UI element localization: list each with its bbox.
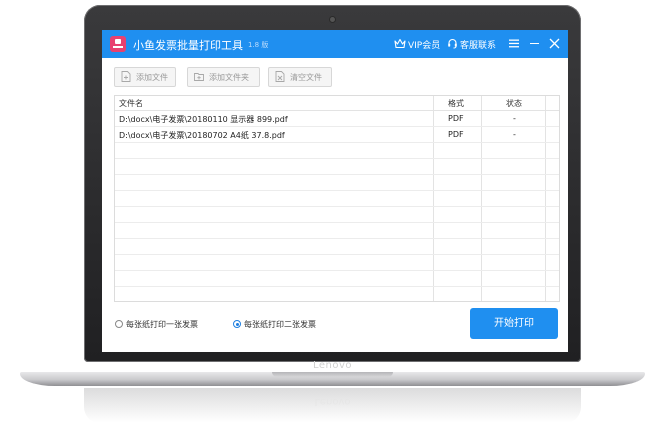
table-row[interactable]: D:\docx\电子发票\20180110 显示器 899.pdf PDF -	[115, 111, 559, 127]
option-one-per-page-label: 每张纸打印一张发票	[126, 320, 198, 329]
title-bar: 小鱼发票批量打印工具 1.8 版 VIP会员 客服联系	[102, 30, 568, 58]
add-folder-icon	[194, 73, 204, 81]
customer-service-link[interactable]: 客服联系	[460, 38, 496, 51]
empty-row	[115, 223, 559, 239]
empty-row	[115, 239, 559, 255]
add-folder-button[interactable]: 添加文件夹	[187, 67, 260, 87]
empty-row	[115, 159, 559, 175]
file-format-cell: PDF	[448, 114, 464, 123]
table-header: 文件名 格式 状态	[115, 96, 559, 111]
empty-row	[115, 175, 559, 191]
file-status-cell: -	[513, 130, 516, 139]
headset-icon[interactable]	[447, 38, 458, 49]
empty-row	[115, 255, 559, 271]
start-print-button[interactable]: 开始打印	[470, 308, 558, 339]
table-row[interactable]: D:\docx\电子发票\20180702 A4纸 37.8.pdf PDF -	[115, 127, 559, 143]
radio-button[interactable]	[115, 320, 123, 328]
app-version: 1.8 版	[248, 41, 269, 49]
file-table: 文件名 格式 状态 D:\docx\电子发票\20180110 显示器 899.…	[114, 95, 560, 302]
add-file-icon	[121, 71, 131, 82]
vip-member-link[interactable]: VIP会员	[408, 38, 440, 51]
column-header-filename: 文件名	[119, 99, 143, 108]
crown-icon[interactable]	[394, 38, 406, 49]
add-file-label: 添加文件	[136, 73, 168, 82]
option-two-per-page-label: 每张纸打印二张发票	[244, 320, 316, 329]
clear-files-label: 清空文件	[290, 73, 322, 82]
clear-file-icon	[275, 71, 285, 82]
laptop-hinge-notch	[272, 372, 393, 377]
add-file-button[interactable]: 添加文件	[114, 67, 176, 87]
file-format-cell: PDF	[448, 130, 464, 139]
close-icon[interactable]	[549, 38, 560, 49]
toolbar: 添加文件 添加文件夹 清空文件	[102, 58, 568, 92]
radio-button-selected[interactable]	[233, 320, 241, 328]
file-name-cell: D:\docx\电子发票\20180110 显示器 899.pdf	[119, 115, 288, 124]
file-status-cell: -	[513, 114, 516, 123]
app-title: 小鱼发票批量打印工具	[133, 39, 243, 52]
app-window: 小鱼发票批量打印工具 1.8 版 VIP会员 客服联系 添加文件 添加文件夹 清…	[102, 30, 568, 352]
column-header-format: 格式	[448, 99, 464, 108]
empty-row	[115, 271, 559, 287]
empty-row	[115, 207, 559, 223]
laptop-brand-logo: Lenovo	[312, 360, 353, 371]
clear-files-button[interactable]: 清空文件	[268, 67, 332, 87]
file-name-cell: D:\docx\电子发票\20180702 A4纸 37.8.pdf	[119, 131, 285, 140]
empty-row	[115, 143, 559, 159]
menu-icon[interactable]	[509, 39, 519, 48]
laptop-brand-reflection: Lenovo	[314, 396, 351, 407]
add-folder-label: 添加文件夹	[209, 73, 249, 82]
column-header-status: 状态	[506, 99, 522, 108]
app-logo-icon	[110, 36, 126, 52]
minimize-icon[interactable]	[530, 43, 539, 45]
webcam-icon	[330, 17, 335, 22]
empty-row	[115, 191, 559, 207]
